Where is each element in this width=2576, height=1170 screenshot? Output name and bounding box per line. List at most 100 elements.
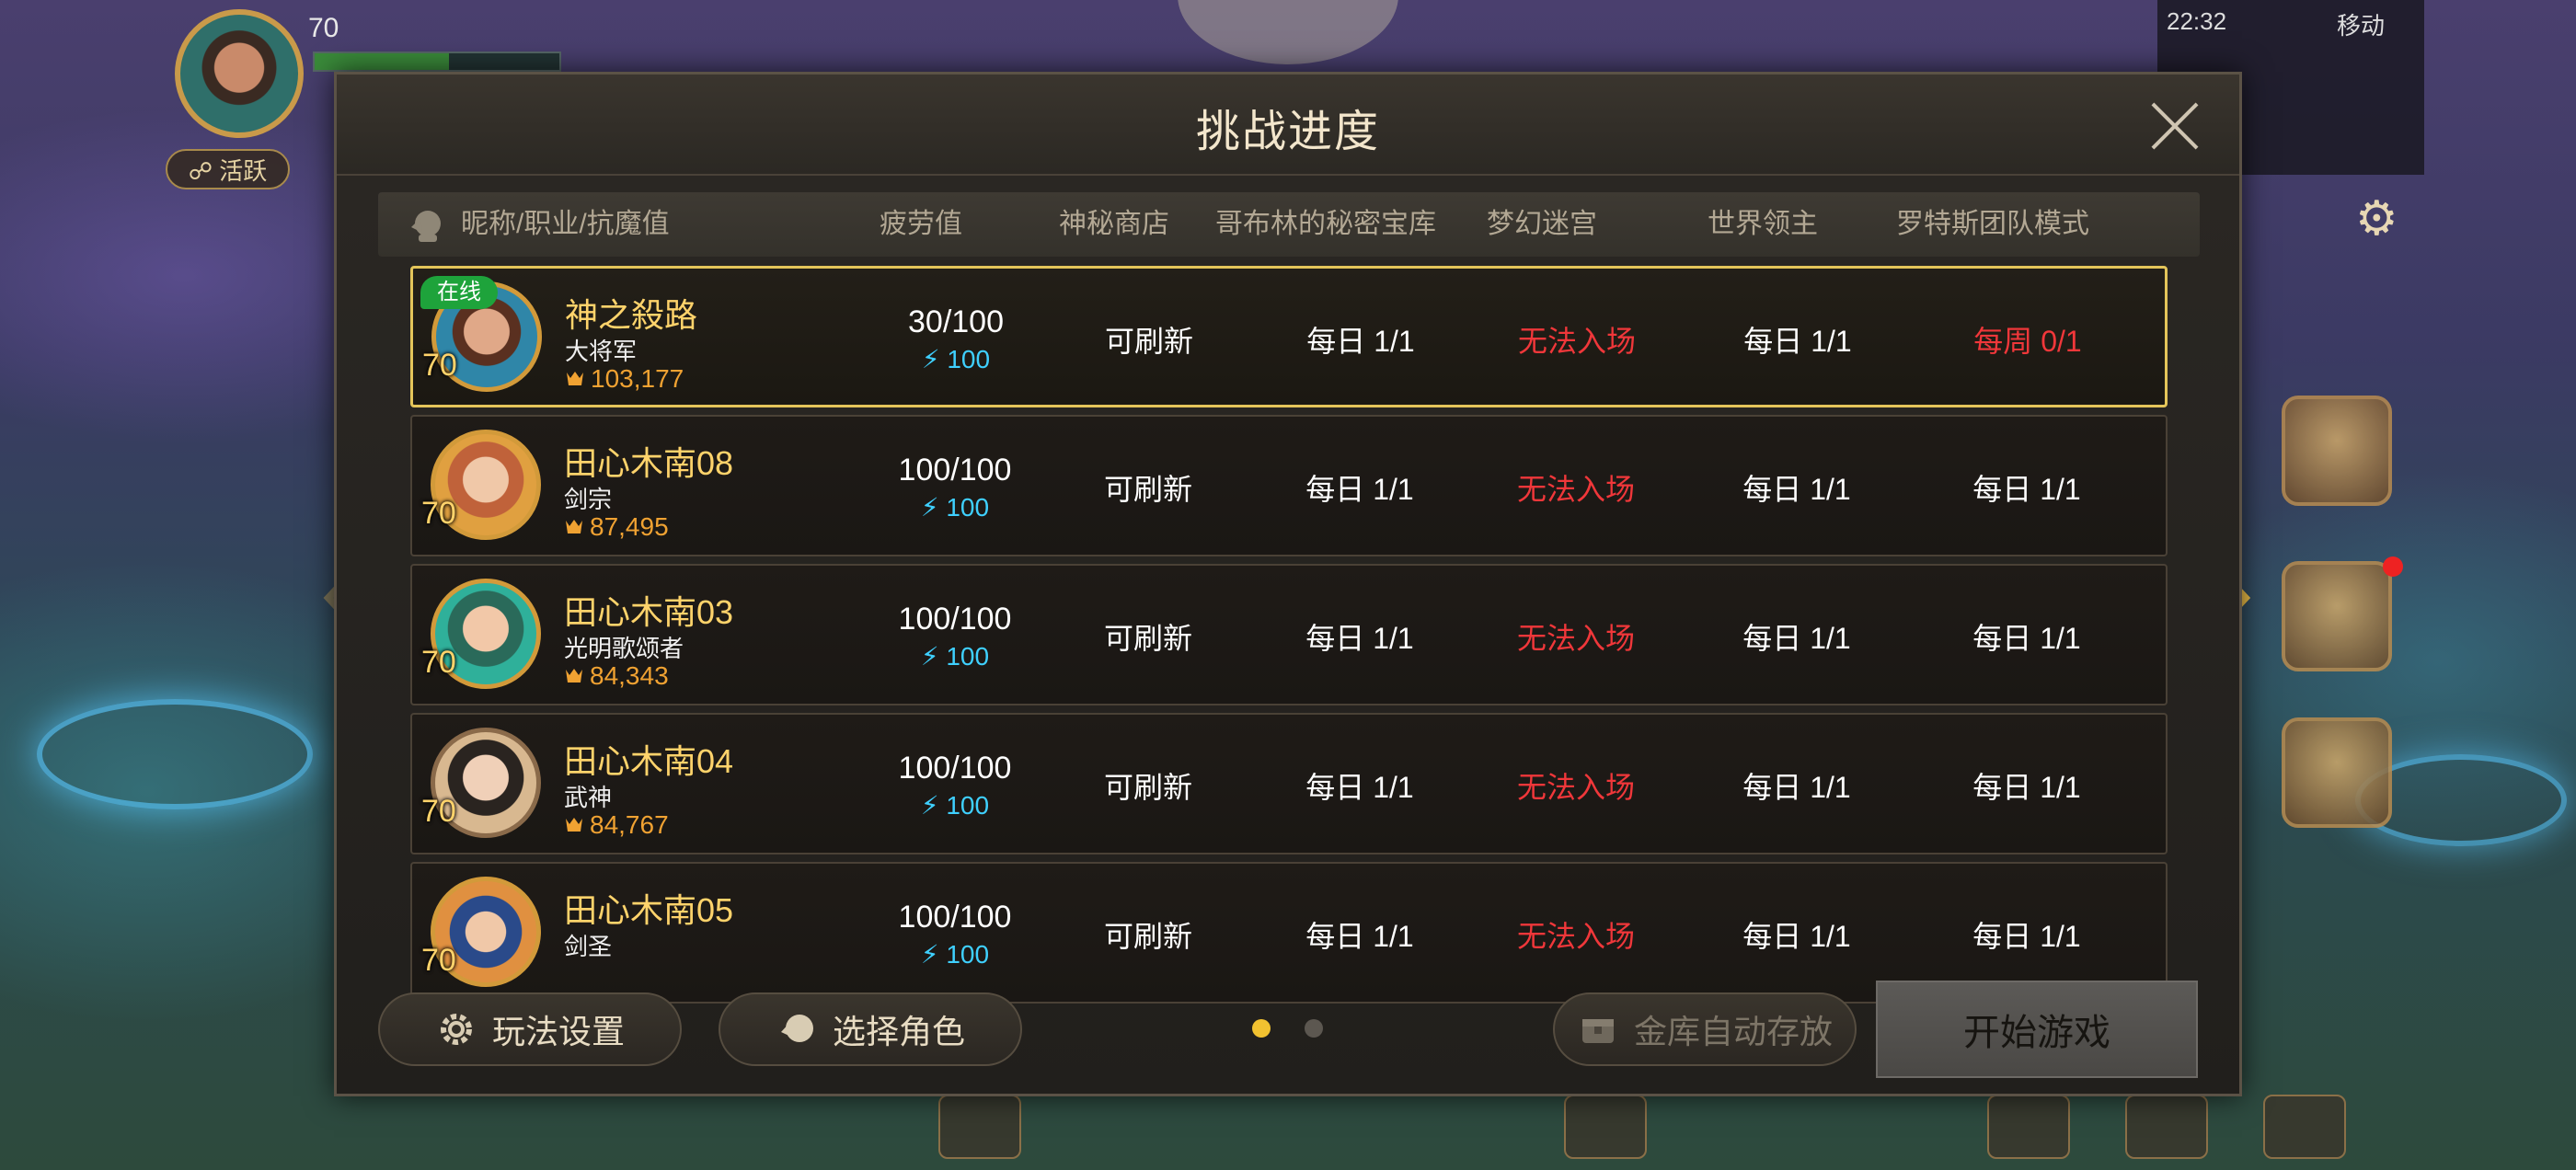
header-world-boss: 世界领主 (1708, 209, 1818, 239)
header-name: 昵称/职业/抗魔值 (461, 209, 670, 239)
fatigue-bonus-value: 100 (946, 642, 990, 671)
vault-auto-store-button[interactable]: 金库自动存放 (1553, 992, 1857, 1066)
dream-maze-status: 无法入场 (1516, 622, 1635, 655)
fatigue-bonus-value: 100 (946, 493, 990, 522)
side-menu-icon-1[interactable] (2282, 396, 2392, 506)
lotus-raid-status: 每日 1/1 (1972, 622, 2081, 655)
challenge-progress-dialog: 挑战进度 昵称/职业/抗魔值 疲劳值 神秘商店 哥布林的秘密宝库 梦幻迷宫 世界… (334, 72, 2242, 1096)
dialog-header: 挑战进度 (337, 75, 2239, 176)
page-indicator-active (1252, 1019, 1271, 1038)
fatigue-bonus: ⚡ 100 (920, 493, 990, 522)
character-row[interactable]: 在线 70 神之殺路 大将军 103,177 30/100 ⚡ 100 可刷新 每… (410, 266, 2168, 407)
portal-left (37, 699, 313, 809)
player-avatar[interactable] (175, 9, 304, 138)
status-network: 移动 (2337, 12, 2386, 40)
lotus-raid-status: 每周 0/1 (1973, 325, 2082, 358)
character-list[interactable]: 在线 70 神之殺路 大将军 103,177 30/100 ⚡ 100 可刷新 每… (410, 266, 2168, 1034)
character-class: 剑圣 (564, 933, 613, 960)
fatigue-value: 100/100 (898, 602, 1012, 637)
online-badge: 在线 (420, 276, 498, 309)
start-game-button[interactable]: 开始游戏 (1876, 981, 2198, 1078)
goblin-vault-status: 每日 1/1 (1305, 622, 1414, 655)
world-boss-status: 每日 1/1 (1742, 920, 1851, 953)
fatigue-value: 30/100 (908, 304, 1004, 339)
notification-dot (2383, 556, 2403, 577)
character-class: 大将军 (565, 338, 638, 365)
world-boss-status: 每日 1/1 (1742, 622, 1851, 655)
fatigue-value: 100/100 (898, 900, 1012, 935)
power-icon (567, 372, 583, 385)
gear-icon (440, 1014, 472, 1045)
header-goblin-vault: 哥布林的秘密宝库 (1215, 209, 1436, 239)
bottom-tab-5[interactable] (2263, 1095, 2346, 1159)
fatigue-bonus-value: 100 (946, 940, 990, 969)
lotus-raid-status: 每日 1/1 (1972, 771, 2081, 804)
fatigue-cell: 100/100 ⚡ 100 (854, 864, 1056, 1005)
level-badge: 70 (422, 348, 457, 383)
level-badge: 70 (421, 943, 456, 978)
level-badge: 70 (421, 496, 456, 531)
fatigue-cell: 100/100 ⚡ 100 (854, 566, 1056, 707)
page-indicator-inactive (1305, 1019, 1323, 1038)
fatigue-value: 100/100 (898, 751, 1012, 786)
fatigue-bonus: ⚡ 100 (921, 345, 991, 373)
bottom-tab-3[interactable] (1987, 1095, 2070, 1159)
power-value: 84,767 (590, 810, 669, 839)
moon-glow (1178, 0, 1398, 64)
side-menu-icon-3[interactable] (2282, 717, 2392, 828)
header-mystery-shop: 神秘商店 (1059, 209, 1169, 239)
world-boss-status: 每日 1/1 (1743, 325, 1852, 358)
character-head-icon (780, 1015, 813, 1042)
bottom-tab-2[interactable] (1564, 1095, 1647, 1159)
goblin-vault-status: 每日 1/1 (1305, 473, 1414, 506)
fatigue-bonus: ⚡ 100 (920, 940, 990, 969)
character-class: 光明歌颂者 (564, 635, 684, 662)
goblin-vault-status: 每日 1/1 (1305, 771, 1414, 804)
side-menu-icon-2[interactable] (2282, 561, 2392, 671)
fatigue-cell: 100/100 ⚡ 100 (854, 417, 1056, 558)
character-name: 田心木南03 (564, 593, 734, 631)
bottom-tab-1[interactable] (938, 1095, 1021, 1159)
character-name: 神之殺路 (565, 296, 698, 334)
character-name: 田心木南04 (564, 742, 734, 780)
power-value: 103,177 (591, 364, 684, 393)
power-icon (566, 669, 582, 682)
bottom-tab-4[interactable] (2125, 1095, 2208, 1159)
world-boss-status: 每日 1/1 (1742, 473, 1851, 506)
dream-maze-status: 无法入场 (1516, 771, 1635, 804)
character-row[interactable]: 70 田心木南08 剑宗 87,495 100/100 ⚡ 100 可刷新 每日 … (410, 415, 2168, 556)
character-name: 田心木南05 (564, 891, 734, 929)
character-head-icon (411, 211, 441, 242)
settings-gear-icon[interactable]: ⚙ (2355, 191, 2398, 247)
character-row[interactable]: 70 田心木南03 光明歌颂者 84,343 100/100 ⚡ 100 可刷新 … (410, 564, 2168, 705)
goblin-vault-status: 每日 1/1 (1305, 920, 1414, 953)
character-name: 田心木南08 (564, 444, 734, 482)
goblin-vault-status: 每日 1/1 (1306, 325, 1415, 358)
select-role-button[interactable]: 选择角色 (719, 992, 1022, 1066)
close-button[interactable] (2147, 98, 2202, 154)
level-badge: 70 (421, 645, 456, 680)
dream-maze-status: 无法入场 (1517, 325, 1636, 358)
select-role-label: 选择角色 (832, 1013, 965, 1050)
character-class: 武神 (564, 784, 613, 811)
character-power: 87,495 (564, 512, 669, 542)
power-icon (566, 520, 582, 533)
vault-auto-store-label: 金库自动存放 (1633, 1013, 1833, 1050)
header-lotus-raid: 罗特斯团队模式 (1896, 209, 2089, 239)
fatigue-bonus: ⚡ 100 (920, 642, 990, 671)
level-badge: 70 (421, 794, 456, 829)
activity-button[interactable]: ☍ 活跃 (166, 149, 290, 189)
character-power: 84,343 (564, 661, 669, 691)
power-value: 84,343 (590, 661, 669, 690)
fatigue-bonus-value: 100 (946, 791, 990, 820)
character-row[interactable]: 70 田心木南04 武神 84,767 100/100 ⚡ 100 可刷新 每日 … (410, 713, 2168, 855)
character-power: 84,767 (564, 810, 669, 840)
gameplay-settings-button[interactable]: 玩法设置 (378, 992, 682, 1066)
fatigue-cell: 100/100 ⚡ 100 (854, 715, 1056, 856)
dialog-title: 挑战进度 (1195, 108, 1380, 156)
character-class: 剑宗 (564, 486, 613, 513)
player-hp-bar (313, 52, 561, 72)
fatigue-cell: 30/100 ⚡ 100 (855, 269, 1057, 410)
vault-chest-icon (1581, 1019, 1614, 1043)
status-time: 22:32 (2167, 7, 2227, 35)
